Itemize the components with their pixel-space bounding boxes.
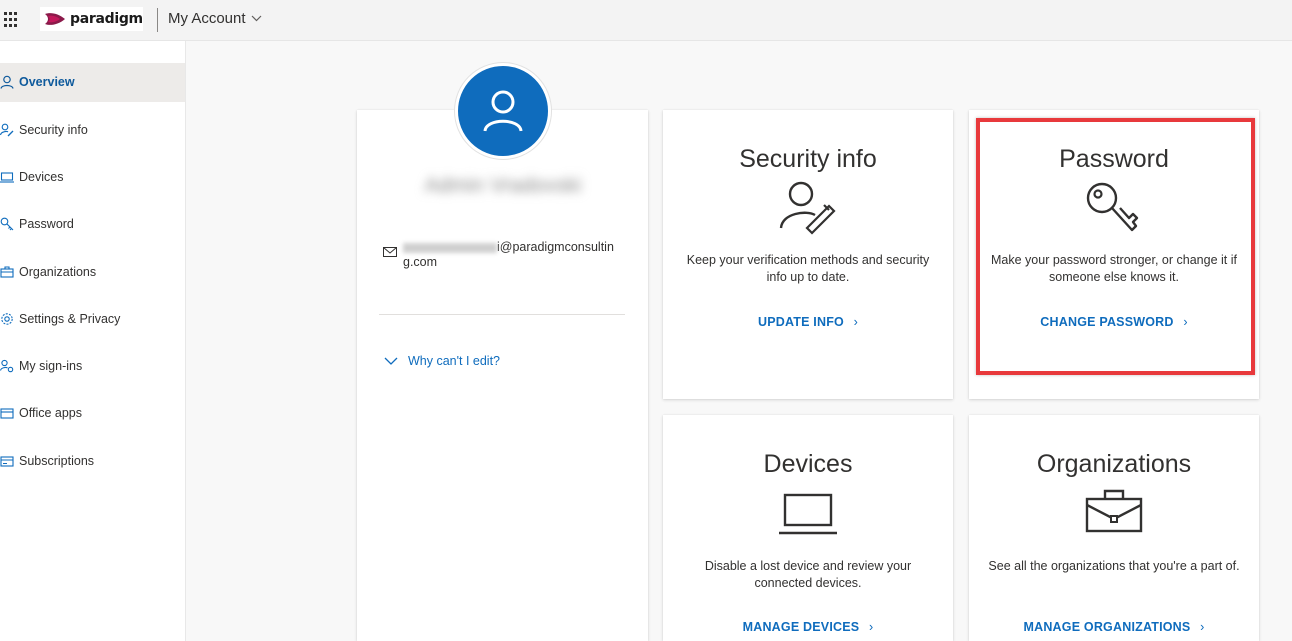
sidebar-item-label: Password [19,217,74,231]
gear-icon [1,313,13,325]
chevron-right-icon: › [1183,315,1188,329]
divider [379,314,625,315]
key-icon [1086,182,1139,232]
sidebar-item-password[interactable]: Password [0,205,185,244]
security-info-card: Security info Keep your verification met… [663,110,953,399]
sidebar-item-label: Organizations [19,265,97,279]
card-title: Password [1059,145,1169,173]
person-icon [0,75,14,89]
sidebar-nav: Overview Security info Devices Password … [0,41,186,641]
person-key-icon [779,181,836,235]
briefcase-icon [1085,489,1143,533]
devices-card: Devices Disable a lost device and review… [663,415,953,641]
link-label: MANAGE DEVICES [742,620,860,634]
card-description: See all the organizations that you're a … [988,559,1240,573]
email-text: i@paradigmconsultin [497,240,614,254]
sidebar-item-label: Devices [19,170,64,184]
link-label: MANAGE ORGANIZATIONS [1023,620,1191,634]
apps-icon [0,408,14,419]
manage-organizations-link[interactable]: MANAGE ORGANIZATIONS › [969,620,1259,634]
sidebar-item-office-apps[interactable]: Office apps [0,394,185,433]
chevron-right-icon: › [869,620,874,634]
header-divider [157,8,158,32]
sidebar-item-settings-privacy[interactable]: Settings & Privacy [0,300,185,339]
why-link-label: Why can't I edit? [408,354,501,368]
top-bar: paradigm My Account [0,0,1292,41]
sign-in-icon [0,359,14,373]
app-launcher-icon[interactable] [4,12,20,28]
sidebar-item-label: Security info [19,123,88,137]
card-description: Make your password stronger, or change i… [991,253,1237,284]
person-icon [483,90,523,132]
sidebar-item-devices[interactable]: Devices [0,158,185,197]
app-title: My Account [168,10,246,27]
card-title: Devices [763,450,853,478]
sidebar-item-label: Subscriptions [19,454,95,468]
briefcase-icon [0,266,14,278]
profile-name: Admin Vradovski [424,174,582,197]
sidebar-item-label: Overview [19,75,75,89]
avatar[interactable] [455,63,551,159]
card-icon [0,456,14,467]
sidebar-item-subscriptions[interactable]: Subscriptions [0,442,185,481]
card-title: Organizations [1036,450,1192,478]
sidebar-item-organizations[interactable]: Organizations [0,253,185,292]
sidebar-item-label: My sign-ins [19,359,83,373]
chevron-right-icon: › [853,315,859,329]
sidebar-item-my-sign-ins[interactable]: My sign-ins [0,347,185,386]
chevron-down-icon [251,15,261,22]
sidebar-item-label: Office apps [19,406,83,420]
mail-icon [383,247,397,257]
company-logo[interactable]: paradigm [40,7,143,31]
link-label: UPDATE INFO [757,315,844,329]
change-password-link[interactable]: CHANGE PASSWORD › [969,315,1259,329]
my-account-menu[interactable]: My Account [168,10,262,27]
sidebar-item-security-info[interactable]: Security info [0,111,185,150]
organizations-card: Organizations See all the organizations … [969,415,1259,641]
password-card: Password Make your password stronger, or… [969,110,1259,399]
update-info-link[interactable]: UPDATE INFO › [663,315,953,329]
email-text-wrap: g.com [403,255,438,269]
card-description: Disable a lost device and review your co… [704,559,912,590]
laptop-icon [779,493,837,535]
sidebar-item-overview[interactable]: Overview [0,63,185,102]
key-icon [0,217,14,231]
email-redacted [403,242,497,253]
manage-devices-link[interactable]: MANAGE DEVICES › [663,620,953,634]
link-label: CHANGE PASSWORD [1040,315,1174,329]
chevron-right-icon: › [1200,620,1205,634]
paradigm-logo-icon [45,13,65,25]
person-key-icon [0,123,14,137]
card-description: Keep your verification methods and secur… [686,253,930,284]
card-title: Security info [739,145,877,173]
why-cant-i-edit-link[interactable]: Why can't I edit? [384,354,500,368]
profile-email: i@paradigmconsultin g.com [383,240,623,270]
sidebar-item-label: Settings & Privacy [19,312,121,326]
chevron-down-icon [384,357,398,365]
brand-name: paradigm [70,11,143,27]
laptop-icon [0,172,14,183]
